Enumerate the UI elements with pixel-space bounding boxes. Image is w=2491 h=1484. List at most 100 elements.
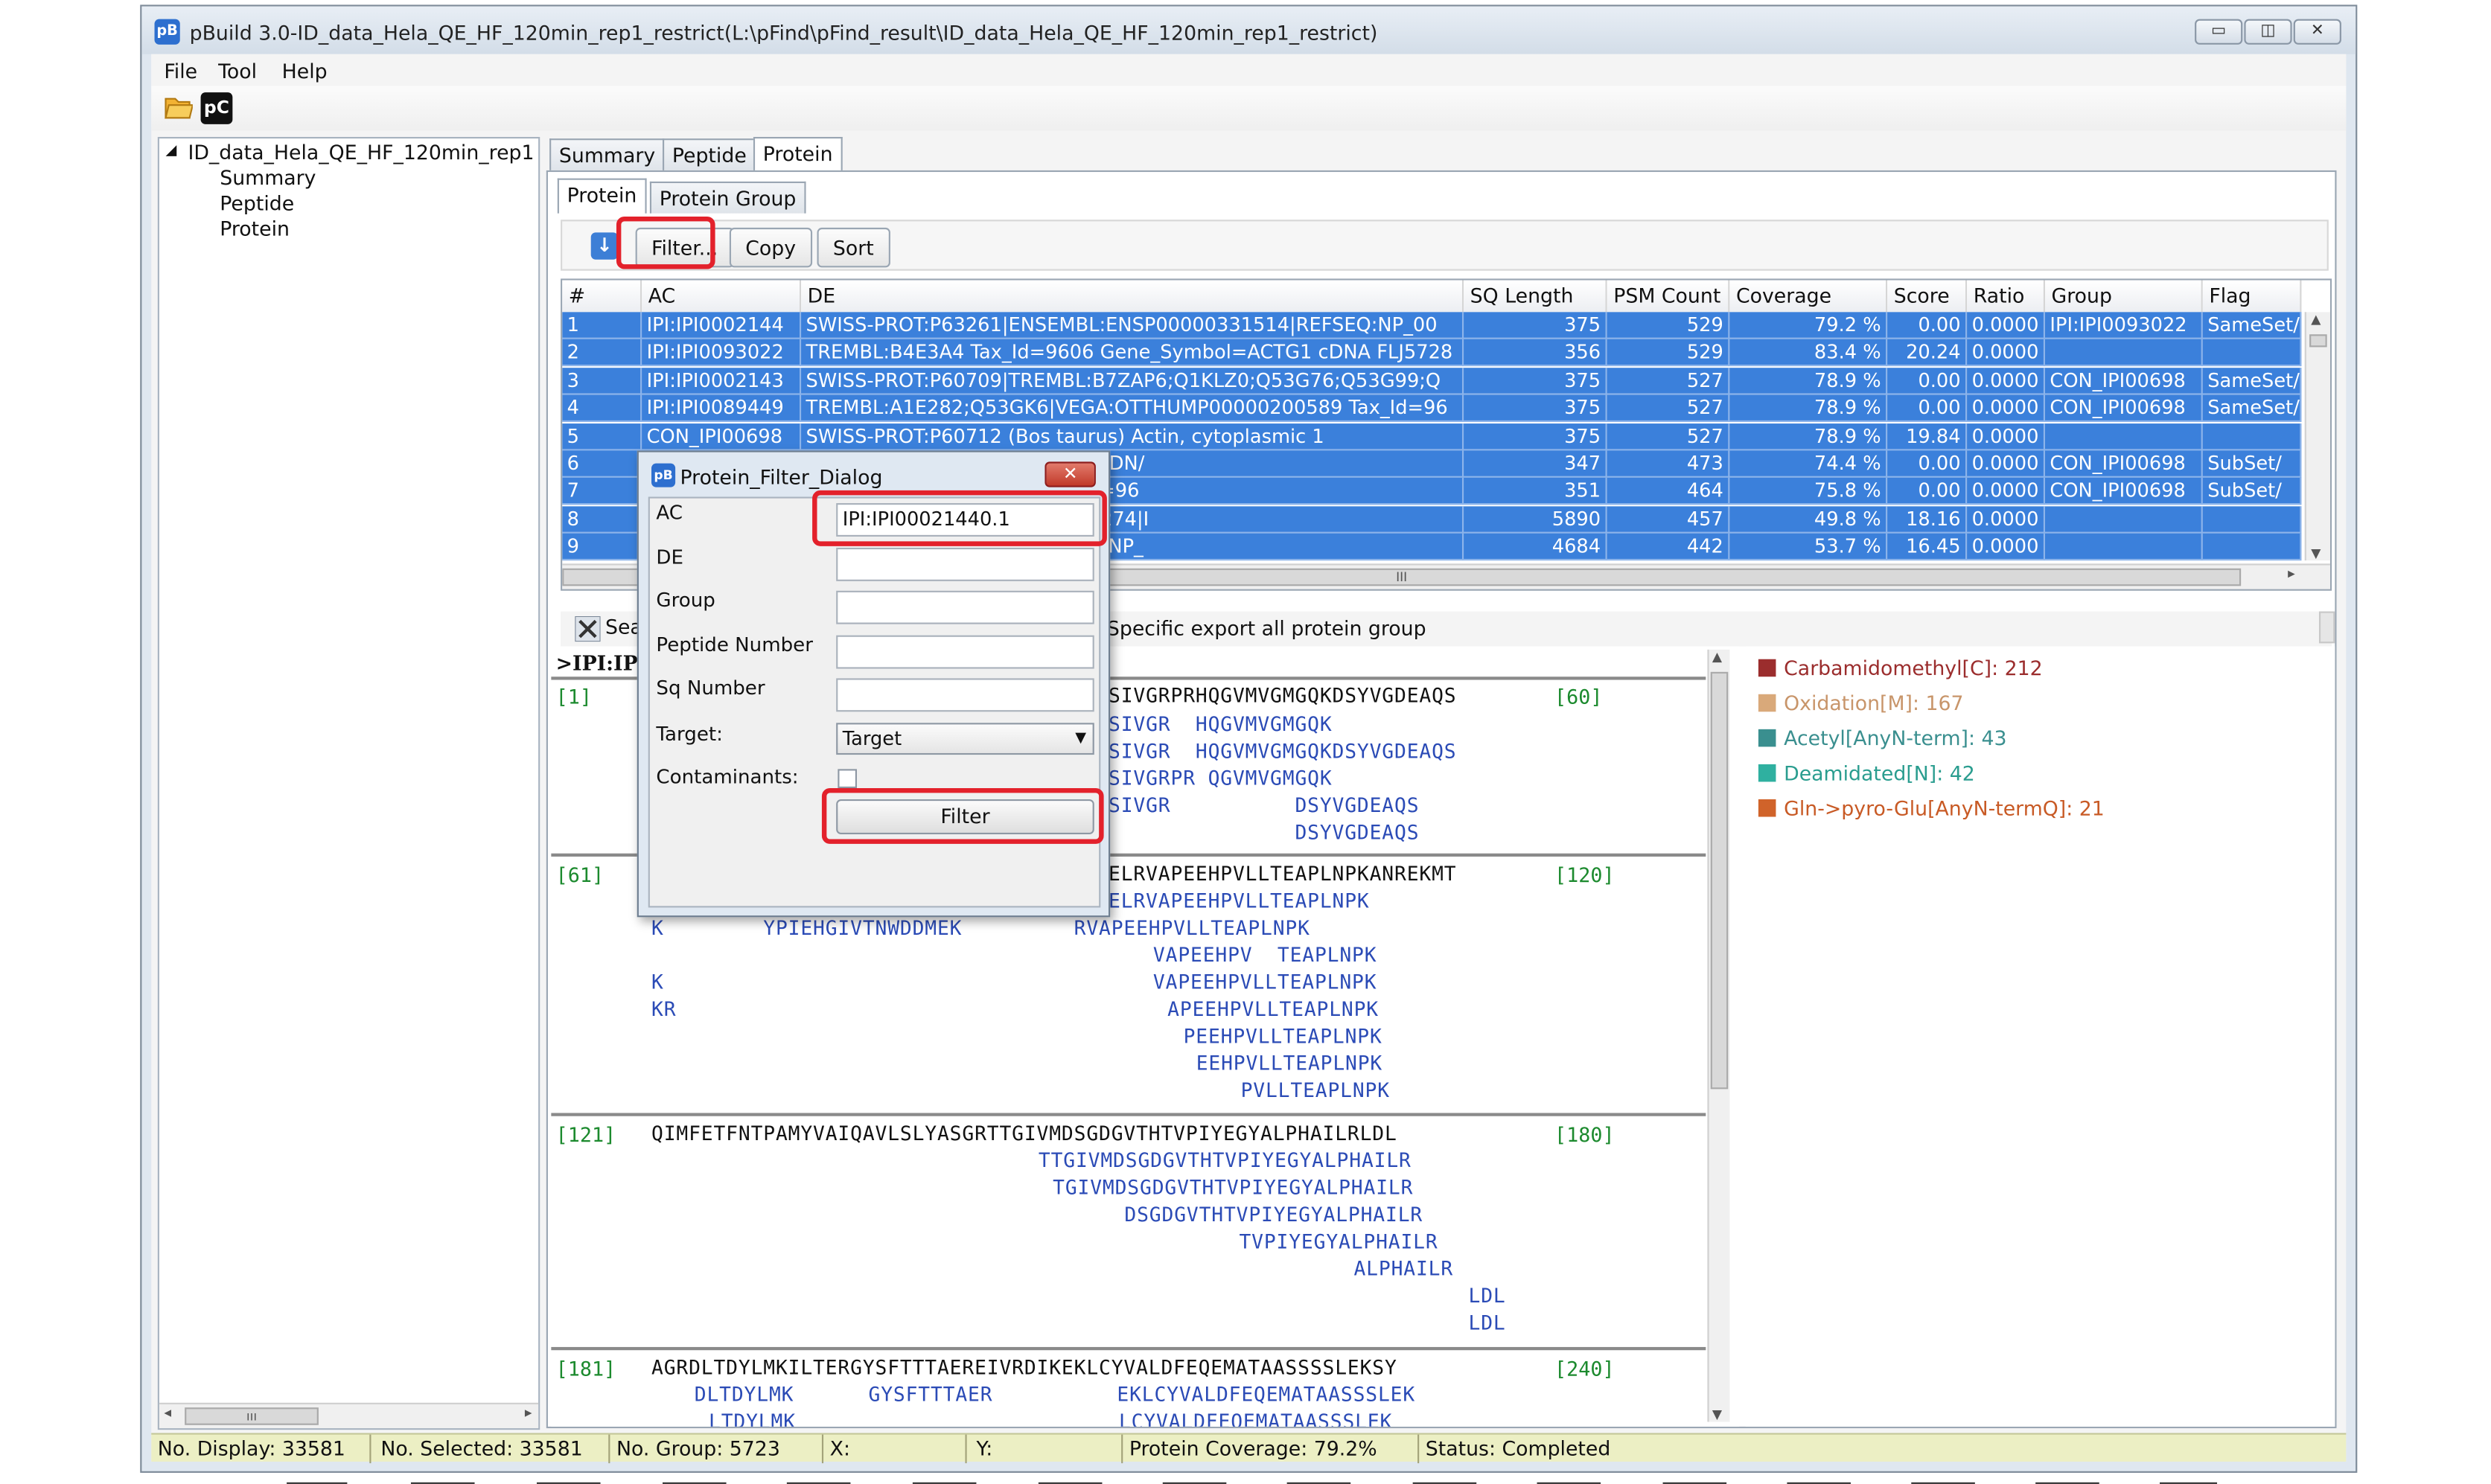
copy-button[interactable]: Copy [729, 227, 812, 268]
app-icon: pB [154, 19, 180, 45]
table-cell: IPI:IPI0093022 [2045, 312, 2203, 339]
dialog-close-button[interactable]: ✕ [1044, 461, 1096, 487]
subtab-protein[interactable]: Protein [557, 178, 647, 214]
seq-end-180: [180] [1554, 1122, 1615, 1147]
tree-item-peptide[interactable]: Peptide [220, 191, 294, 215]
table-cell: 78.9 % [1729, 394, 1888, 423]
table-cell: 0.0000 [1967, 423, 2045, 450]
ac-label: AC [656, 501, 683, 524]
column-header[interactable]: Group [2044, 280, 2203, 313]
scroll-left-arrow-icon[interactable]: ◂ [164, 1406, 171, 1421]
seq-end-120: [120] [1554, 863, 1615, 887]
de-input[interactable] [836, 547, 1094, 581]
peptide-line: DLTDYLMK GYSFTTTAER EKLCYVALDFEQEMATAASS… [694, 1384, 1416, 1407]
sort-button[interactable]: Sort [817, 227, 890, 268]
filter-button[interactable]: Filter... [635, 227, 734, 268]
table-row[interactable]: 5 CON_IPI00698 SWISS-PROT:P60712 (Bos taur… [562, 423, 2302, 450]
tree-item-protein[interactable]: Protein [220, 217, 290, 240]
table-cell: 0.0000 [1967, 339, 2045, 367]
folder-open-icon[interactable] [164, 94, 193, 119]
tree-scroll-thumb[interactable]: ııı [185, 1407, 319, 1425]
table-cell: 19.84 [1887, 423, 1968, 450]
tab-peptide[interactable]: Peptide [662, 138, 756, 170]
coverage-vertical-scrollbar[interactable]: ▲ ▼ [1707, 649, 1730, 1422]
coverage-scroll-thumb[interactable] [1710, 671, 1729, 1090]
table-row[interactable]: 3 IPI:IPI0002143 SWISS-PROT:P60709|TREMBL:… [562, 367, 2302, 395]
table-row[interactable]: 4 IPI:IPI0089449 TREMBL:A1E282;Q53GK6|VEGA… [562, 394, 2302, 423]
tree-expand-icon[interactable]: ◢ [165, 144, 176, 159]
status-selected-count: No. Selected: 33581 [374, 1434, 610, 1464]
scroll-right-arrow-icon[interactable]: ▸ [525, 1406, 532, 1421]
tree-root[interactable]: ID_data_Hela_QE_HF_120min_rep1 [188, 140, 534, 164]
table-cell: SWISS-PROT:P60712 (Bos taurus) Actin, cy… [801, 423, 1464, 450]
table-cell: CON_IPI00698 [2045, 450, 2203, 478]
column-header[interactable]: AC [642, 280, 802, 313]
group-input[interactable] [836, 590, 1094, 624]
target-label: Target: [656, 723, 723, 746]
table-cell: 53.7 % [1729, 534, 1888, 561]
contaminants-checkbox[interactable] [838, 769, 857, 789]
separator [551, 1346, 1706, 1351]
sq-number-input[interactable] [836, 678, 1094, 712]
scroll-right-arrow-icon[interactable]: ▸ [2288, 567, 2295, 583]
menu-tool[interactable]: Tool [218, 59, 257, 83]
peptide-line: SIVGR DSYVGDEAQS [1109, 794, 1420, 817]
minimize-button[interactable]: ▭ [2195, 19, 2243, 45]
peptide-line: LTDYLMK LCYVALDFEQEMATAASSSLEK [709, 1410, 1393, 1427]
table-cell: 78.9 % [1729, 423, 1888, 450]
tab-summary[interactable]: Summary [549, 138, 666, 170]
column-header[interactable]: SQ Length [1464, 280, 1607, 313]
scroll-up-arrow-icon[interactable]: ▲ [2311, 312, 2321, 326]
table-cell [2045, 339, 2203, 367]
dialog-filter-button[interactable]: Filter [836, 799, 1094, 835]
table-row[interactable]: 1 IPI:IPI0002144 SWISS-PROT:P63261|ENSEMBL… [562, 312, 2302, 339]
table-cell: TREMBL:A1E282;Q53GK6|VEGA:OTTHUMP0000020… [801, 394, 1464, 423]
table-cell: 0.0000 [1967, 534, 2045, 561]
maximize-button[interactable]: ◫ [2244, 19, 2292, 45]
tab-protein[interactable]: Protein [753, 136, 843, 173]
peptide-line: EEHPVLLTEAPLNPK [1196, 1052, 1383, 1075]
panel-scroll-stub[interactable] [2318, 611, 2335, 644]
modification-legend-item: Deamidated[N]: 42 [1758, 761, 1975, 790]
app-icon: pB [651, 463, 676, 487]
column-header[interactable]: # [562, 280, 642, 313]
peptide-line: TGIVMDSGDGVTHTVPIYEGYALPHAILR [1053, 1177, 1414, 1199]
table-cell: SWISS-PROT:P63261|ENSEMBL:ENSP0000033151… [801, 312, 1464, 339]
tree-item-summary[interactable]: Summary [220, 165, 316, 189]
column-header[interactable]: Coverage [1729, 280, 1888, 313]
legend-swatch [1758, 799, 1776, 817]
peptide-number-input[interactable] [836, 635, 1094, 669]
table-cell [2045, 534, 2203, 561]
table-cell: 75.8 % [1729, 478, 1888, 506]
table-row[interactable]: 2 IPI:IPI0093022 TREMBL:B4E3A4 Tax_Id=9606… [562, 339, 2302, 367]
download-icon[interactable]: ↓ [590, 232, 619, 260]
tree-horizontal-scrollbar[interactable]: ◂ ııı ▸ [159, 1402, 539, 1429]
table-cell: 4 [562, 394, 642, 423]
column-header[interactable]: Score [1887, 280, 1968, 313]
column-header[interactable]: Flag [2202, 280, 2302, 313]
menu-file[interactable]: File [164, 59, 197, 83]
column-header[interactable]: DE [801, 280, 1464, 313]
tools-icon[interactable] [575, 615, 601, 642]
seq-start-61: [61] [555, 863, 605, 887]
scroll-down-arrow-icon[interactable]: ▼ [1712, 1407, 1722, 1421]
ac-input[interactable]: IPI:IPI00021440.1 [836, 503, 1094, 537]
table-vertical-scrollbar[interactable]: ▲ ▼ [2304, 312, 2330, 561]
menu-help[interactable]: Help [282, 59, 328, 83]
scroll-down-arrow-icon[interactable]: ▼ [2311, 546, 2321, 560]
pc-logo-icon[interactable]: pC [200, 92, 233, 124]
target-select[interactable]: Target ▼ [836, 723, 1094, 755]
table-cell: IPI:IPI0089449 [642, 394, 802, 423]
table-cell: 527 [1607, 394, 1730, 423]
scroll-up-arrow-icon[interactable]: ▲ [1712, 650, 1722, 664]
table-cell: 6 [562, 450, 642, 478]
close-button[interactable]: ✕ [2293, 19, 2341, 45]
column-header[interactable]: PSM Count [1607, 280, 1730, 313]
app-window: pB pBuild 3.0-ID_data_Hela_QE_HF_120min_… [140, 4, 2358, 1473]
modification-legend-item: Gln->pyro-Glu[AnyN-termQ]: 21 [1758, 796, 2105, 825]
legend-swatch [1758, 694, 1776, 712]
sequence-line: QIMFETFNTPAMYVAIQAVLSLYASGRTTGIVMDSGDGVT… [651, 1122, 1397, 1145]
subtab-protein-group[interactable]: Protein Group [649, 181, 806, 214]
column-header[interactable]: Ratio [1967, 280, 2045, 313]
table-vscroll-thumb[interactable] [2309, 334, 2327, 348]
